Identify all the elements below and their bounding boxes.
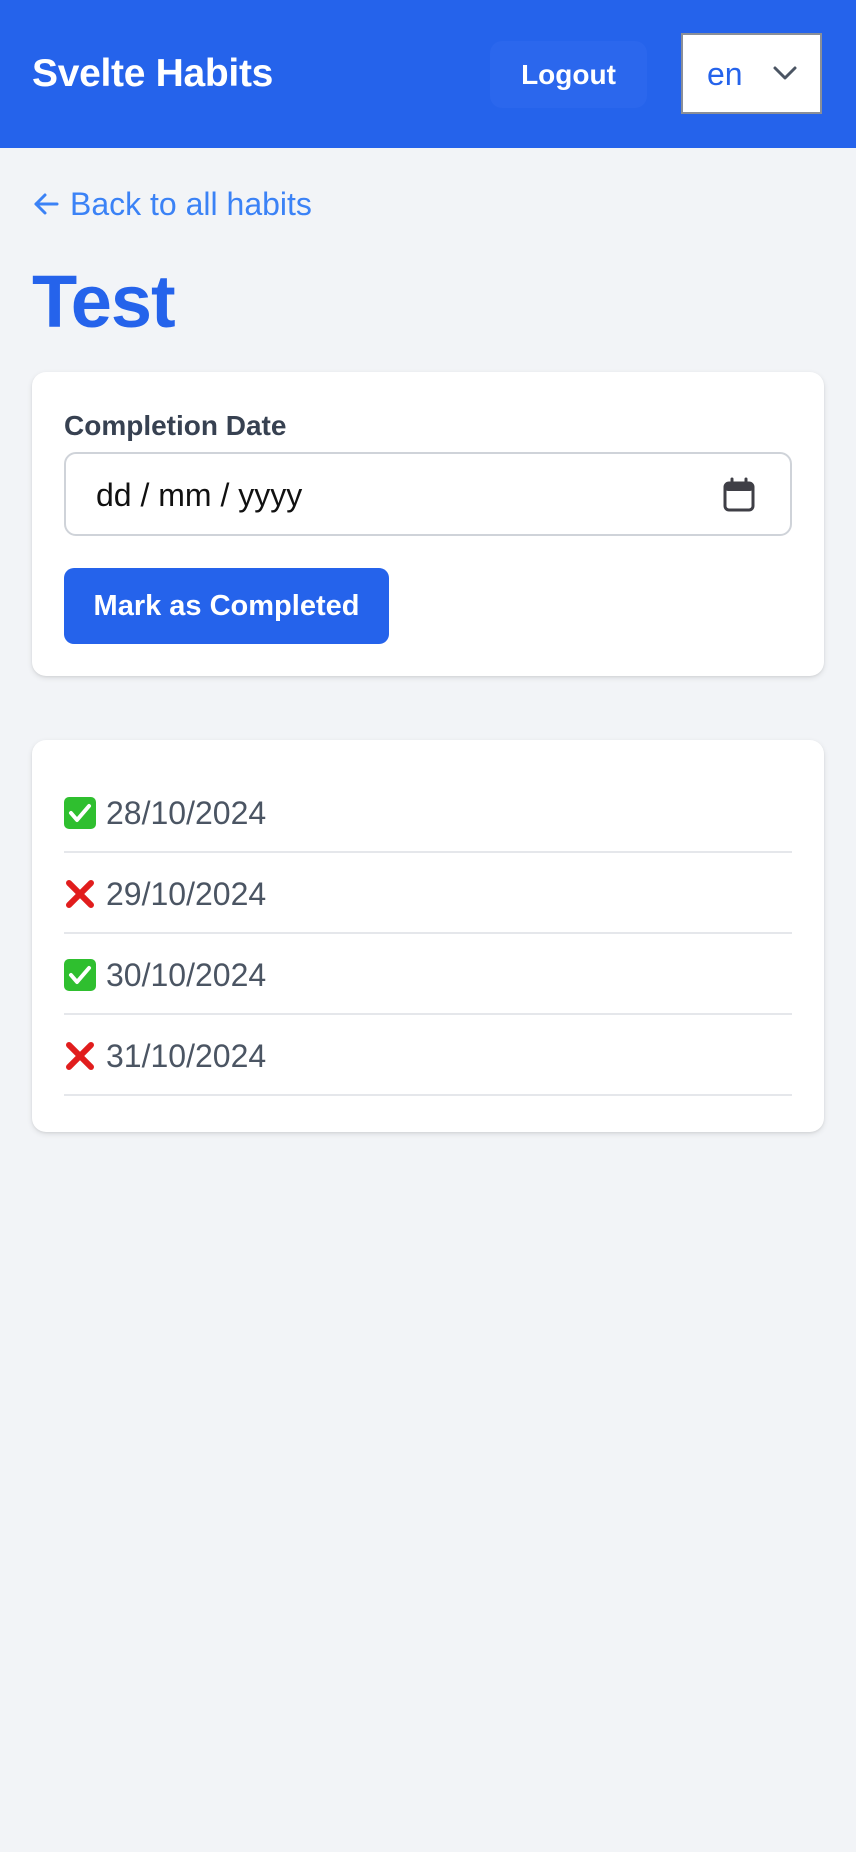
calendar-icon[interactable]: [722, 477, 756, 513]
completion-date: 29/10/2024: [106, 875, 267, 912]
mark-completed-button[interactable]: Mark as Completed: [64, 568, 389, 644]
back-to-habits-link[interactable]: Back to all habits: [32, 182, 312, 226]
cross-mark-icon: [66, 1041, 94, 1070]
list-item: 31/10/2024: [64, 1015, 792, 1096]
completion-date-label: Completion Date: [64, 410, 287, 441]
completion-date: 31/10/2024: [106, 1037, 267, 1074]
page-title: Test: [32, 260, 176, 343]
language-selected-value: en: [707, 56, 743, 92]
check-mark-icon: [64, 958, 96, 991]
app-brand[interactable]: Svelte Habits: [32, 48, 273, 100]
completion-list: 28/10/2024 29/10/2024 30/10/2024 31/10/2…: [64, 772, 792, 1096]
completion-date: 30/10/2024: [106, 956, 267, 993]
logout-button[interactable]: Logout: [490, 41, 647, 108]
chevron-down-icon: [773, 66, 797, 80]
date-input-placeholder: dd / mm / yyyy: [96, 477, 303, 513]
list-item: 29/10/2024: [64, 853, 792, 934]
list-item: 30/10/2024: [64, 934, 792, 1015]
completions-card: 28/10/2024 29/10/2024 30/10/2024 31/10/2…: [32, 740, 824, 1132]
list-item: 28/10/2024: [64, 772, 792, 853]
completion-date-input[interactable]: dd / mm / yyyy: [64, 452, 792, 536]
check-mark-icon: [64, 796, 96, 829]
completion-date: 28/10/2024: [106, 794, 267, 831]
app-header: Svelte Habits Logout en: [0, 0, 856, 148]
language-select[interactable]: en: [681, 33, 822, 114]
arrow-left-icon: [34, 193, 59, 215]
completion-form-card: Completion Date dd / mm / yyyy Mark as C…: [32, 372, 824, 676]
back-link-label: Back to all habits: [70, 185, 312, 222]
cross-mark-icon: [66, 879, 94, 908]
